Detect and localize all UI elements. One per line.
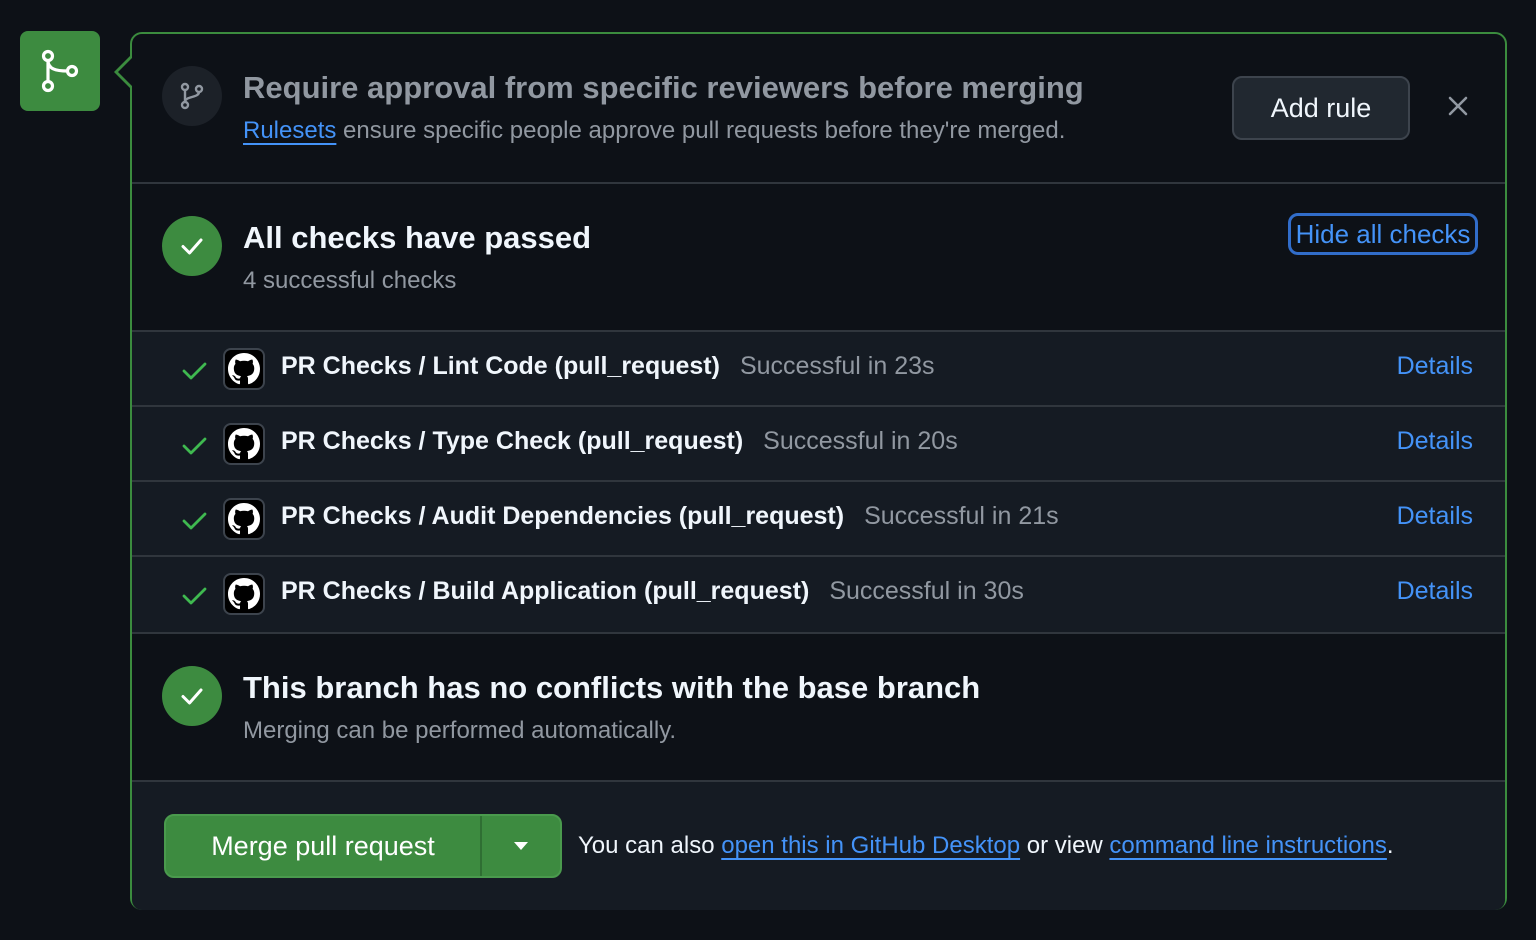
panel-pointer-fill bbox=[118, 58, 132, 86]
github-mark-icon bbox=[223, 573, 265, 615]
ruleset-description-text: ensure specific people approve pull requ… bbox=[336, 117, 1066, 144]
merge-button-group: Merge pull request bbox=[164, 814, 562, 878]
check-title: PR Checks / Type Check (pull_request) bbox=[281, 427, 744, 455]
checks-title: All checks have passed bbox=[243, 220, 592, 255]
check-row: PR Checks / Audit Dependencies (pull_req… bbox=[132, 482, 1505, 555]
github-desktop-link[interactable]: open this in GitHub Desktop bbox=[721, 832, 1020, 859]
github-mark-icon bbox=[223, 348, 265, 390]
check-title: PR Checks / Audit Dependencies (pull_req… bbox=[281, 502, 845, 530]
check-name: PR Checks / Lint Code (pull_request) Succ… bbox=[281, 352, 935, 381]
check-status: Successful in 30s bbox=[829, 577, 1024, 605]
check-circle-icon bbox=[162, 216, 222, 276]
checks-subtitle: 4 successful checks bbox=[243, 267, 457, 294]
check-circle-icon bbox=[162, 666, 222, 726]
close-icon[interactable] bbox=[1444, 92, 1472, 120]
merge-note-suffix: . bbox=[1386, 832, 1394, 859]
check-icon bbox=[180, 506, 208, 534]
add-rule-button[interactable]: Add rule bbox=[1232, 76, 1410, 140]
check-status: Successful in 23s bbox=[739, 352, 935, 380]
check-status: Successful in 20s bbox=[763, 427, 958, 455]
check-icon bbox=[180, 356, 208, 384]
check-name: PR Checks / Build Application (pull_requ… bbox=[281, 577, 1024, 606]
details-link[interactable]: Details bbox=[1397, 352, 1473, 381]
check-title: PR Checks / Build Application (pull_requ… bbox=[281, 577, 810, 605]
merge-actions: Merge pull request You can also open thi… bbox=[132, 782, 1505, 910]
merge-options-dropdown[interactable] bbox=[482, 816, 560, 876]
conflict-subtitle: Merging can be performed automatically. bbox=[243, 717, 677, 744]
details-link[interactable]: Details bbox=[1397, 427, 1473, 456]
ruleset-title: Require approval from specific reviewers… bbox=[243, 70, 1084, 105]
merge-pull-request-button[interactable]: Merge pull request bbox=[166, 816, 482, 876]
command-line-instructions-link[interactable]: command line instructions bbox=[1109, 832, 1386, 859]
merge-box: Require approval from specific reviewers… bbox=[130, 32, 1507, 910]
ruleset-banner: Require approval from specific reviewers… bbox=[132, 34, 1505, 182]
git-branch-icon bbox=[162, 66, 222, 126]
triangle-down-icon bbox=[514, 842, 528, 850]
merge-note-middle: or view bbox=[1020, 832, 1110, 859]
check-row: PR Checks / Build Application (pull_requ… bbox=[132, 557, 1505, 630]
check-status: Successful in 21s bbox=[864, 502, 1059, 530]
details-link[interactable]: Details bbox=[1397, 577, 1473, 606]
conflict-title: This branch has no conflicts with the ba… bbox=[243, 670, 981, 705]
merge-note-prefix: You can also bbox=[578, 832, 722, 859]
merge-note: You can also open this in GitHub Desktop… bbox=[578, 832, 1394, 860]
ruleset-description: Rulesets ensure specific people approve … bbox=[243, 117, 1065, 145]
check-row: PR Checks / Lint Code (pull_request) Succ… bbox=[132, 332, 1505, 405]
checks-list: PR Checks / Lint Code (pull_request) Succ… bbox=[132, 332, 1505, 632]
check-icon bbox=[180, 431, 208, 459]
check-row: PR Checks / Type Check (pull_request) Suc… bbox=[132, 407, 1505, 480]
details-link[interactable]: Details bbox=[1397, 502, 1473, 531]
conflict-status: This branch has no conflicts with the ba… bbox=[132, 632, 1505, 780]
rulesets-link[interactable]: Rulesets bbox=[243, 117, 336, 144]
check-name: PR Checks / Audit Dependencies (pull_req… bbox=[281, 502, 1059, 531]
check-icon bbox=[180, 581, 208, 609]
check-title: PR Checks / Lint Code (pull_request) bbox=[281, 352, 720, 380]
github-mark-icon bbox=[223, 498, 265, 540]
hide-all-checks-button[interactable]: Hide all checks bbox=[1288, 213, 1478, 255]
checks-summary: All checks have passed 4 successful chec… bbox=[132, 184, 1505, 330]
check-name: PR Checks / Type Check (pull_request) Suc… bbox=[281, 427, 958, 456]
github-mark-icon bbox=[223, 423, 265, 465]
git-merge-icon bbox=[20, 31, 100, 111]
